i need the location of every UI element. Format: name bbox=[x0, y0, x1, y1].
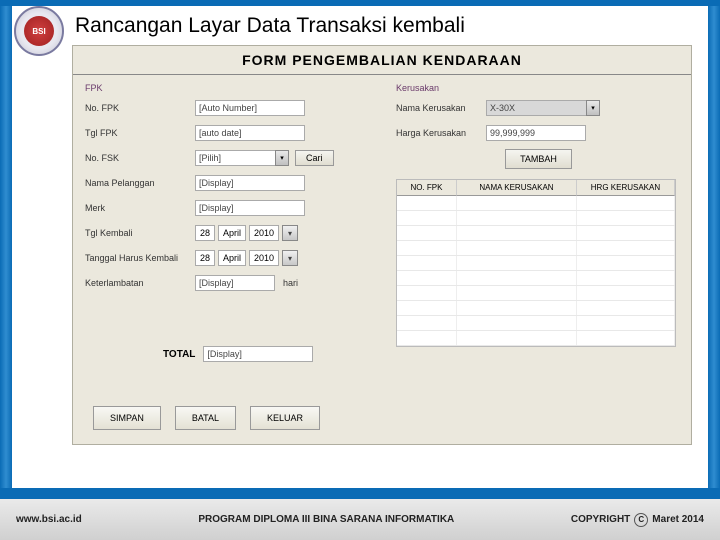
cari-button[interactable]: Cari bbox=[295, 150, 334, 166]
chevron-down-icon[interactable]: ▾ bbox=[282, 250, 298, 266]
footer-date: Maret 2014 bbox=[652, 514, 704, 525]
no-fpk-field[interactable]: [Auto Number] bbox=[195, 100, 305, 116]
form-header: FORM PENGEMBALIAN KENDARAAN bbox=[73, 46, 691, 74]
kerusakan-section-label: Kerusakan bbox=[396, 83, 681, 93]
table-col-harga: HRG KERUSAKAN bbox=[577, 180, 675, 196]
batal-button[interactable]: BATAL bbox=[175, 406, 236, 430]
kerusakan-table: NO. FPK NAMA KERUSAKAN HRG KERUSAKAN bbox=[396, 179, 676, 347]
merk-field[interactable]: [Display] bbox=[195, 200, 305, 216]
nama-kerusakan-value[interactable]: X-30X bbox=[486, 100, 586, 116]
tambah-button[interactable]: TAMBAH bbox=[505, 149, 572, 169]
keterlambatan-label: Keterlambatan bbox=[85, 278, 195, 288]
chevron-down-icon[interactable]: ▾ bbox=[586, 100, 600, 116]
no-fsk-value[interactable]: [Pilih] bbox=[195, 150, 275, 166]
footer: www.bsi.ac.id PROGRAM DIPLOMA III BINA S… bbox=[0, 496, 720, 540]
nama-kerusakan-label: Nama Kerusakan bbox=[396, 103, 486, 113]
harga-kerusakan-label: Harga Kerusakan bbox=[396, 128, 486, 138]
no-fpk-label: No. FPK bbox=[85, 103, 195, 113]
keterlambatan-field[interactable]: [Display] bbox=[195, 275, 275, 291]
fpk-section-label: FPK bbox=[85, 83, 384, 93]
no-fsk-combo[interactable]: [Pilih] ▾ bbox=[195, 150, 289, 166]
tgl-harus-year[interactable]: 2010 bbox=[249, 250, 279, 266]
merk-label: Merk bbox=[85, 203, 195, 213]
logo: BSI bbox=[14, 6, 64, 56]
tgl-harus-month[interactable]: April bbox=[218, 250, 246, 266]
chevron-down-icon[interactable]: ▾ bbox=[282, 225, 298, 241]
tgl-kembali-date[interactable]: 28 April 2010 ▾ bbox=[195, 225, 298, 241]
keluar-button[interactable]: KELUAR bbox=[250, 406, 320, 430]
tgl-kembali-day[interactable]: 28 bbox=[195, 225, 215, 241]
tgl-kembali-year[interactable]: 2010 bbox=[249, 225, 279, 241]
total-label: TOTAL bbox=[163, 349, 195, 360]
table-body[interactable] bbox=[397, 196, 675, 346]
footer-center: PROGRAM DIPLOMA III BINA SARANA INFORMAT… bbox=[82, 514, 571, 525]
table-col-nama: NAMA KERUSAKAN bbox=[457, 180, 577, 196]
table-col-no-fpk: NO. FPK bbox=[397, 180, 457, 196]
tgl-harus-label: Tanggal Harus Kembali bbox=[85, 253, 195, 263]
tgl-harus-date[interactable]: 28 April 2010 ▾ bbox=[195, 250, 298, 266]
page-title: Rancangan Layar Data Transaksi kembali bbox=[75, 14, 465, 38]
nama-kerusakan-combo[interactable]: X-30X ▾ bbox=[486, 100, 600, 116]
tgl-fpk-label: Tgl FPK bbox=[85, 128, 195, 138]
keterlambatan-unit: hari bbox=[283, 278, 298, 288]
tgl-fpk-field[interactable]: [auto date] bbox=[195, 125, 305, 141]
nama-pelanggan-field[interactable]: [Display] bbox=[195, 175, 305, 191]
chevron-down-icon[interactable]: ▾ bbox=[275, 150, 289, 166]
harga-kerusakan-field[interactable]: 99,999,999 bbox=[486, 125, 586, 141]
footer-copyright: COPYRIGHT bbox=[571, 514, 630, 525]
footer-url: www.bsi.ac.id bbox=[16, 514, 82, 525]
copyright-icon: C bbox=[634, 513, 648, 527]
total-field[interactable]: [Display] bbox=[203, 346, 313, 362]
form-window: FORM PENGEMBALIAN KENDARAAN FPK No. FPK … bbox=[72, 45, 692, 445]
tgl-kembali-label: Tgl Kembali bbox=[85, 228, 195, 238]
tgl-harus-day[interactable]: 28 bbox=[195, 250, 215, 266]
tgl-kembali-month[interactable]: April bbox=[218, 225, 246, 241]
no-fsk-label: No. FSK bbox=[85, 153, 195, 163]
simpan-button[interactable]: SIMPAN bbox=[93, 406, 161, 430]
nama-pelanggan-label: Nama Pelanggan bbox=[85, 178, 195, 188]
